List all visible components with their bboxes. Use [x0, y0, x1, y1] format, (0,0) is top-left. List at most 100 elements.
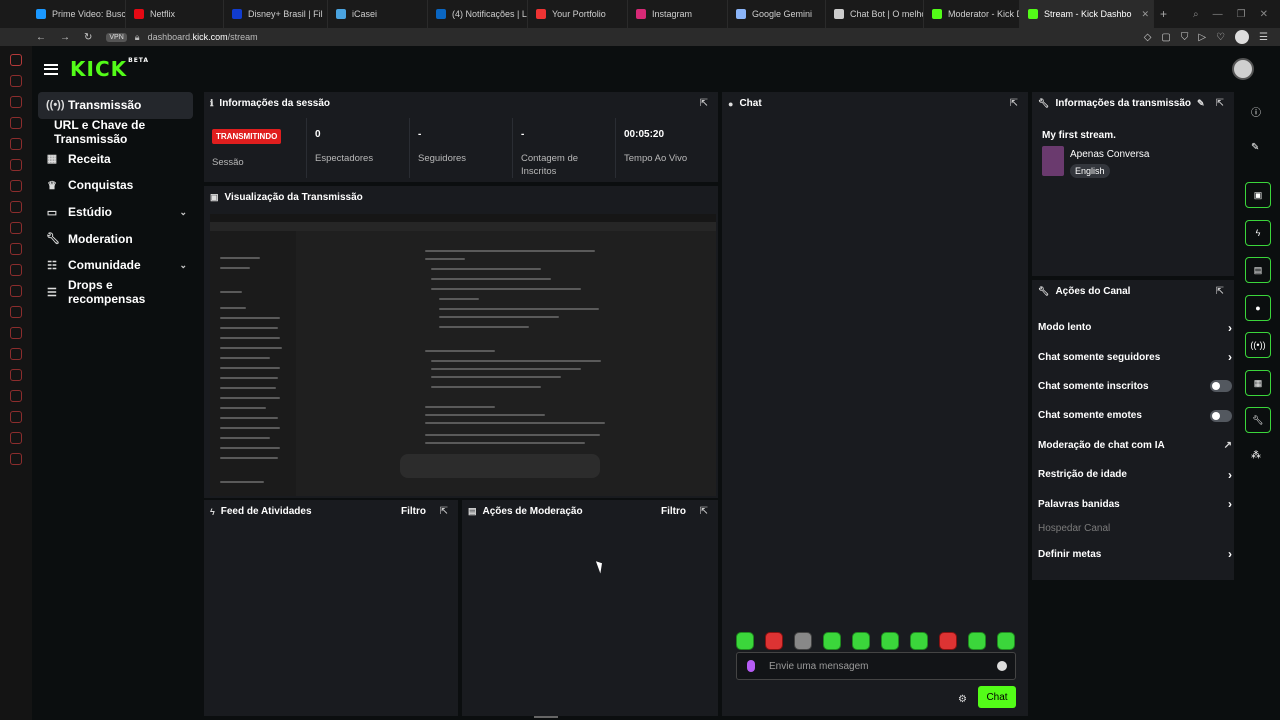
emoji-icon[interactable] — [997, 661, 1007, 671]
stream-preview-video[interactable] — [210, 214, 716, 496]
search-tabs-icon[interactable]: ⌕ — [1193, 9, 1199, 20]
rail-stats-button[interactable]: ▦ — [1245, 370, 1271, 396]
sidebar-app-icon[interactable] — [10, 348, 22, 360]
sidebar-app-icon[interactable] — [10, 285, 22, 297]
close-tab-icon[interactable]: ✕ — [1142, 9, 1150, 20]
emote-icon[interactable] — [765, 632, 783, 650]
popout-icon[interactable]: ⇱ — [1010, 98, 1018, 109]
sidebar-app-icon[interactable] — [10, 432, 22, 444]
popout-icon[interactable]: ⇱ — [700, 98, 708, 109]
sidebar-app-icon[interactable] — [10, 411, 22, 423]
action-modo-lento[interactable]: Modo lento › — [1038, 313, 1232, 342]
minimize-icon[interactable]: — — [1213, 9, 1223, 20]
sidebar-app-icon[interactable] — [10, 138, 22, 150]
restore-icon[interactable]: ❐ — [1237, 9, 1246, 20]
action-restricao-idade[interactable]: Restrição de idade › — [1038, 460, 1232, 489]
screenshot-icon[interactable]: ▢ — [1161, 32, 1170, 43]
sidebar-app-icon[interactable] — [10, 75, 22, 87]
browser-tab[interactable]: iCasei — [328, 0, 428, 28]
url-field[interactable]: dashboard.kick.com/stream — [148, 32, 258, 42]
browser-profile-avatar[interactable] — [1235, 30, 1250, 44]
rail-modactions-button[interactable]: ▤ — [1245, 257, 1271, 283]
popout-icon[interactable]: ⇱ — [1216, 286, 1224, 297]
browser-tab[interactable]: Disney+ Brasil | Fil — [224, 0, 328, 28]
action-definir-metas[interactable]: Definir metas › — [1038, 539, 1232, 568]
nav-item-conquistas[interactable]: ♛ Conquistas — [38, 172, 193, 199]
browser-tab[interactable]: Chat Bot | O melho — [826, 0, 924, 28]
sidebar-app-icon[interactable] — [10, 96, 22, 108]
reload-icon[interactable]: ↻ — [84, 32, 92, 43]
home-icon[interactable] — [10, 54, 22, 66]
subscribers-only-toggle[interactable] — [1210, 380, 1232, 393]
emote-icon[interactable] — [823, 632, 841, 650]
filter-button[interactable]: Filtro — [401, 506, 426, 517]
rail-activity-button[interactable]: ϟ — [1245, 220, 1271, 246]
sidebar-app-icon[interactable] — [10, 390, 22, 402]
popout-icon[interactable]: ⇱ — [440, 506, 448, 517]
mic-icon[interactable] — [747, 660, 755, 672]
menu-icon[interactable]: ☰ — [1259, 32, 1268, 43]
browser-tab[interactable]: Netflix — [126, 0, 224, 28]
sidebar-app-icon[interactable] — [10, 180, 22, 192]
chevron-down-icon[interactable]: ⌄ — [179, 207, 187, 218]
vpn-badge[interactable]: VPN — [106, 32, 127, 42]
nav-item-drops[interactable]: ☰ Drops e recompensas — [38, 278, 193, 306]
sidebar-app-icon[interactable] — [10, 201, 22, 213]
rail-broadcast-button[interactable]: ((•)) — [1245, 332, 1271, 358]
nav-item-estudio[interactable]: ▭ Estúdio ⌄ — [38, 199, 193, 226]
browser-tab[interactable]: Google Gemini — [728, 0, 826, 28]
emote-icon[interactable] — [997, 632, 1015, 650]
nav-item-receita[interactable]: ▦ Receita — [38, 145, 193, 172]
bookmark-icon[interactable]: ◇ — [1144, 32, 1152, 43]
apps-icon[interactable]: ⁂ — [1251, 450, 1261, 461]
rail-chat-button[interactable]: ● — [1245, 295, 1271, 321]
close-window-icon[interactable]: ✕ — [1260, 9, 1268, 20]
browser-tab[interactable]: Your Portfolio — [528, 0, 628, 28]
edit-icon[interactable]: ✎ — [1197, 98, 1205, 109]
sidebar-app-icon[interactable] — [10, 117, 22, 129]
back-icon[interactable]: ← — [36, 32, 46, 43]
filter-button[interactable]: Filtro — [661, 506, 686, 517]
chat-settings-icon[interactable]: ⚙ — [958, 694, 967, 705]
lock-icon[interactable]: 🔒︎ — [135, 32, 140, 43]
emote-icon[interactable] — [852, 632, 870, 650]
action-chat-seguidores[interactable]: Chat somente seguidores › — [1038, 342, 1232, 371]
sidebar-app-icon[interactable] — [10, 306, 22, 318]
action-moderacao-ia[interactable]: Moderação de chat com IA ↗ — [1038, 431, 1232, 460]
emote-icon[interactable] — [794, 632, 812, 650]
sidebar-app-icon[interactable] — [10, 453, 22, 465]
forward-icon[interactable]: → — [60, 32, 70, 43]
popout-icon[interactable]: ⇱ — [1216, 98, 1224, 109]
sidebar-app-icon[interactable] — [10, 327, 22, 339]
emote-icon[interactable] — [881, 632, 899, 650]
browser-tab[interactable]: Moderator - Kick D — [924, 0, 1020, 28]
chevron-down-icon[interactable]: ⌄ — [179, 260, 187, 271]
emotes-only-toggle[interactable] — [1210, 409, 1232, 422]
emote-icon[interactable] — [910, 632, 928, 650]
emote-icon[interactable] — [939, 632, 957, 650]
browser-tab[interactable]: Instagram — [628, 0, 728, 28]
sidebar-app-icon[interactable] — [10, 369, 22, 381]
sidebar-app-icon[interactable] — [10, 159, 22, 171]
emote-icon[interactable] — [736, 632, 754, 650]
hamburger-icon[interactable] — [44, 63, 58, 75]
new-tab-button[interactable]: + — [1160, 7, 1167, 21]
browser-tab[interactable]: Prime Video: Busca — [28, 0, 126, 28]
sidebar-app-icon[interactable] — [10, 222, 22, 234]
emote-icon[interactable] — [968, 632, 986, 650]
nav-item-comunidade[interactable]: ☷ Comunidade ⌄ — [38, 252, 193, 279]
browser-tab[interactable]: (4) Notificações | L — [428, 0, 528, 28]
browser-tab[interactable]: Stream - Kick Dashbo ✕ — [1020, 0, 1154, 28]
play-icon[interactable]: ▷ — [1198, 32, 1206, 43]
chat-send-button[interactable]: Chat — [978, 686, 1016, 708]
chat-message-input[interactable]: Envie uma mensagem — [736, 652, 1016, 680]
rail-preview-button[interactable]: ▣ — [1245, 182, 1271, 208]
shield-icon[interactable]: ⛉ — [1181, 32, 1189, 43]
nav-item-transmissao[interactable]: ((•)) Transmissão — [38, 92, 193, 119]
user-avatar[interactable] — [1232, 58, 1254, 80]
heart-icon[interactable]: ♡ — [1216, 32, 1225, 43]
nav-item-url-chave[interactable]: URL e Chave de Transmissão — [38, 118, 193, 146]
info-icon[interactable]: ⓘ — [1251, 104, 1261, 119]
edit-icon[interactable]: ✎ — [1251, 142, 1259, 153]
kick-logo[interactable]: KICKBETA — [70, 57, 149, 81]
